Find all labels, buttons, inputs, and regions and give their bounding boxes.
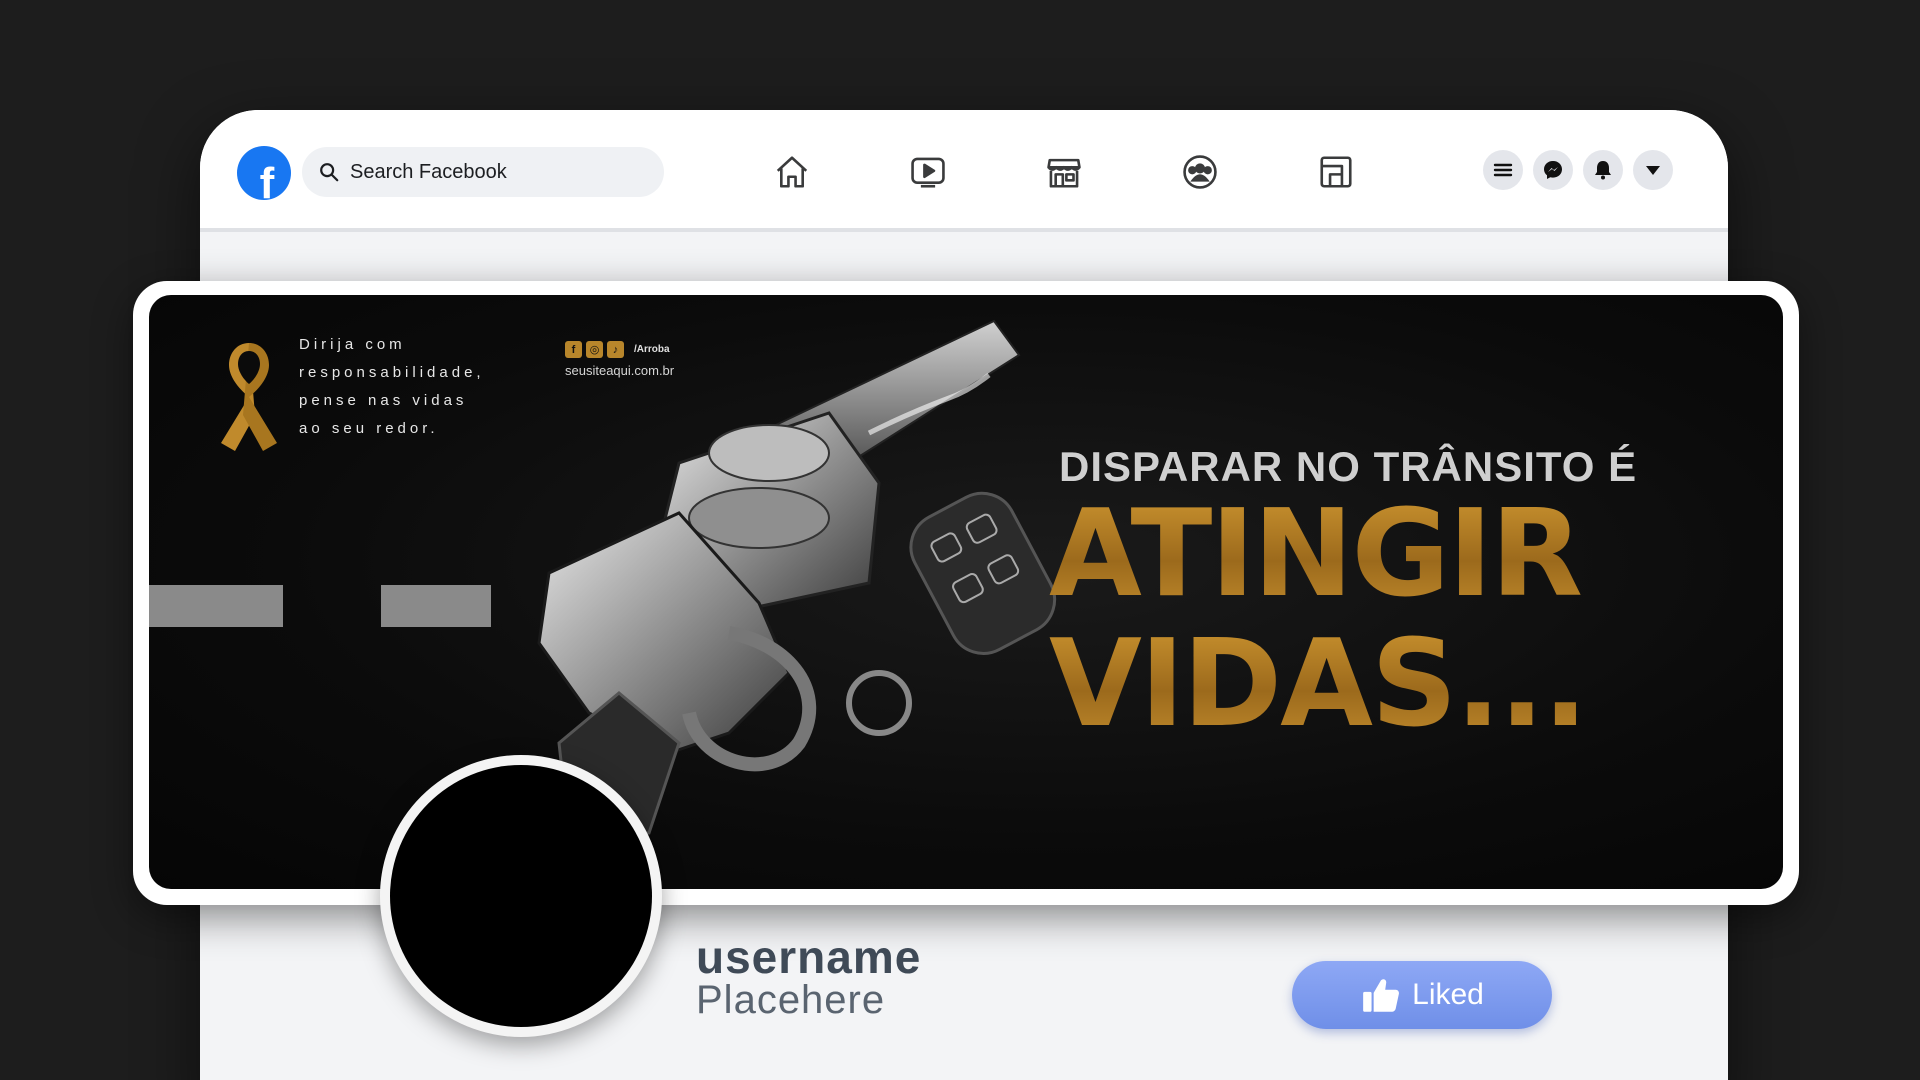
headline-line1: ATINGIR — [1049, 495, 1769, 615]
cover-photo-frame: Dirija com responsabilidade, pense nas v… — [133, 281, 1799, 905]
home-icon — [776, 156, 808, 188]
profile-subtitle: Placehere — [696, 978, 886, 1022]
groups-icon — [1183, 155, 1217, 189]
awareness-ribbon-icon — [221, 343, 277, 451]
notifications-button[interactable] — [1583, 150, 1623, 190]
road-dash — [149, 585, 283, 627]
notifications-icon — [1595, 161, 1611, 180]
facebook-logo-icon[interactable]: f — [237, 146, 291, 200]
account-dropdown-icon — [1646, 166, 1660, 175]
liked-button[interactable]: Liked — [1292, 961, 1552, 1029]
gaming-icon — [1320, 156, 1352, 188]
avatar[interactable] — [390, 765, 652, 1027]
nav-watch[interactable] — [908, 152, 948, 192]
messenger-button[interactable] — [1533, 150, 1573, 190]
profile-username: username — [696, 931, 922, 983]
search-box[interactable] — [302, 147, 664, 197]
account-dropdown-button[interactable] — [1633, 150, 1673, 190]
top-navigation-bar: f — [200, 110, 1728, 232]
search-input[interactable] — [350, 160, 630, 184]
menu-icon — [1493, 163, 1513, 177]
nav-marketplace[interactable] — [1044, 152, 1084, 192]
profile-picture-frame — [380, 755, 662, 1037]
messenger-icon — [1544, 161, 1562, 179]
liked-button-label: Liked — [1412, 978, 1484, 1011]
nav-gaming[interactable] — [1316, 152, 1356, 192]
headline-line2: VIDAS... — [1049, 625, 1769, 745]
nav-groups[interactable] — [1180, 152, 1220, 192]
menu-button[interactable] — [1483, 150, 1523, 190]
watch-icon — [911, 157, 945, 188]
marketplace-icon — [1047, 158, 1081, 188]
cover-photo[interactable]: Dirija com responsabilidade, pense nas v… — [149, 295, 1783, 889]
thumbs-up-icon — [1363, 979, 1400, 1012]
search-icon — [320, 163, 339, 182]
headline-small: DISPARAR NO TRÂNSITO É — [1059, 443, 1638, 490]
nav-home[interactable] — [772, 152, 812, 192]
